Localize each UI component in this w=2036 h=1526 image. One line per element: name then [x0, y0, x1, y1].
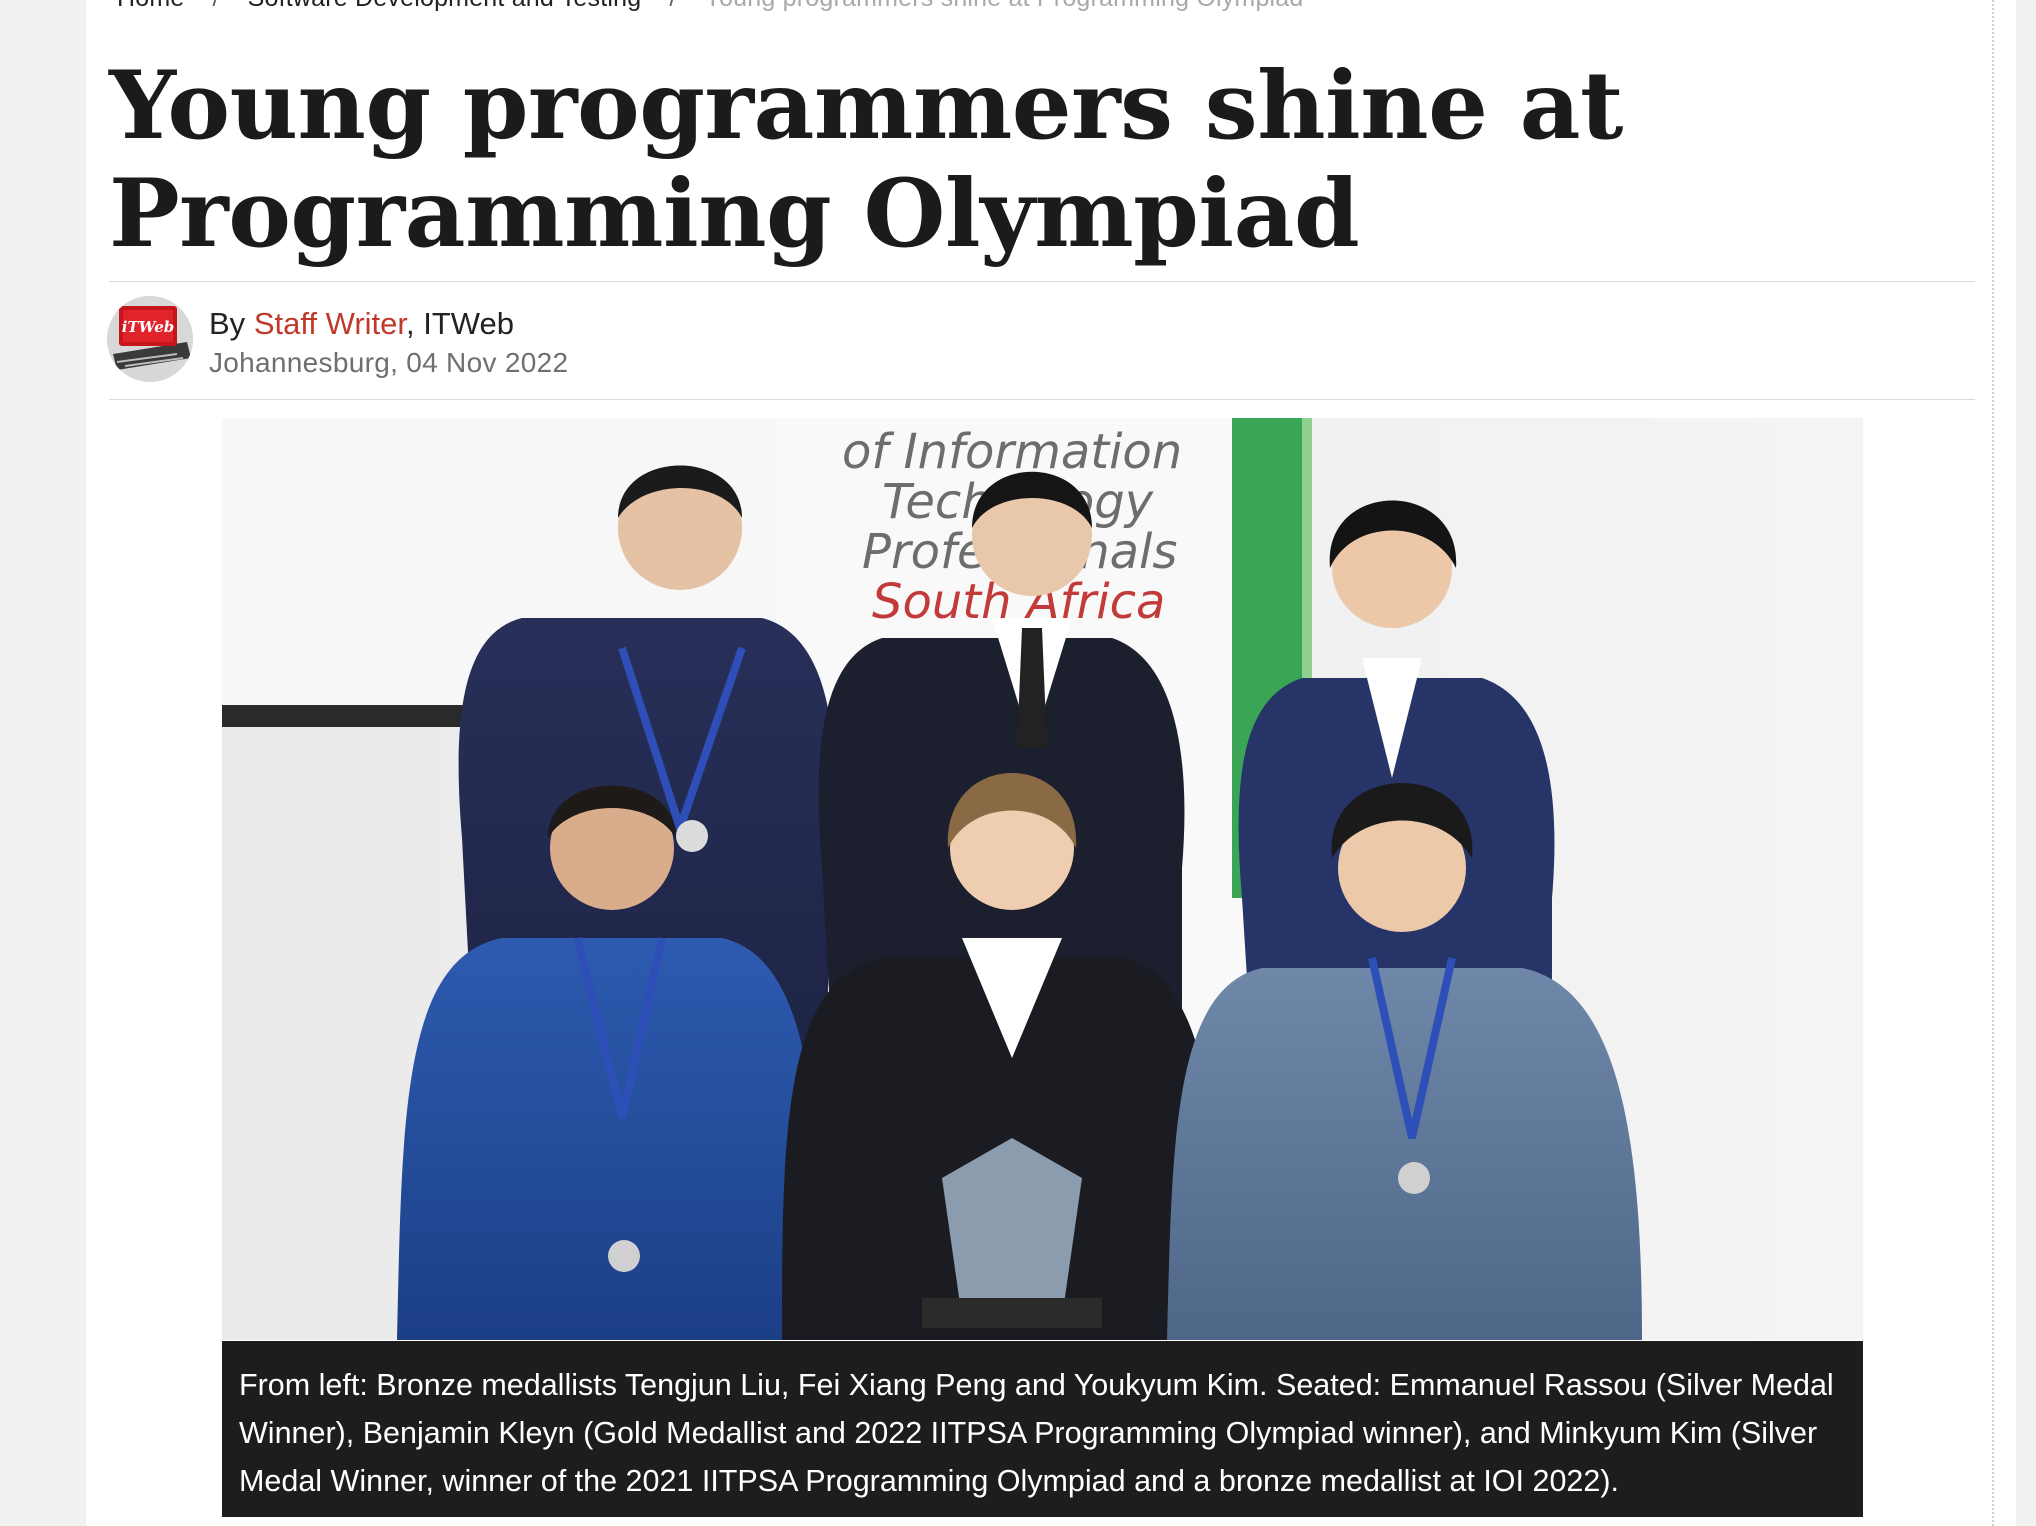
- olympiad-winners-photo: of Information Technology Professionals …: [222, 418, 1863, 1340]
- dateline: Johannesburg, 04 Nov 2022: [209, 347, 569, 378]
- page-edge-divider: [1992, 0, 1994, 1526]
- breadcrumb-category-link[interactable]: Software Development and Testing: [248, 0, 642, 12]
- byline: By Staff Writer, ITWeb: [209, 306, 514, 342]
- author-avatar[interactable]: iTWeb: [107, 296, 193, 382]
- byline-divider-bottom: [109, 399, 1975, 400]
- breadcrumb-separator: /: [185, 0, 248, 12]
- breadcrumb-current: Young programmers shine at Programming O…: [704, 0, 1303, 12]
- byline-prefix: By: [209, 306, 246, 341]
- publication-name: , ITWeb: [406, 306, 514, 341]
- breadcrumb-home-link[interactable]: Home: [117, 0, 185, 12]
- svg-text:of Information: of Information: [842, 424, 1182, 480]
- breadcrumb: Home/Software Development and Testing/Yo…: [117, 0, 1304, 13]
- photo-caption: From left: Bronze medallists Tengjun Liu…: [222, 1341, 1863, 1517]
- breadcrumb-separator: /: [641, 0, 704, 12]
- avatar-logo-text: iTWeb: [122, 318, 175, 336]
- article-photo: of Information Technology Professionals …: [222, 418, 1863, 1340]
- article-title: Young programmers shine at Programming O…: [109, 51, 1623, 269]
- author-link[interactable]: Staff Writer: [254, 306, 406, 341]
- byline-divider-top: [109, 281, 1975, 282]
- itweb-logo-icon: iTWeb: [107, 296, 193, 382]
